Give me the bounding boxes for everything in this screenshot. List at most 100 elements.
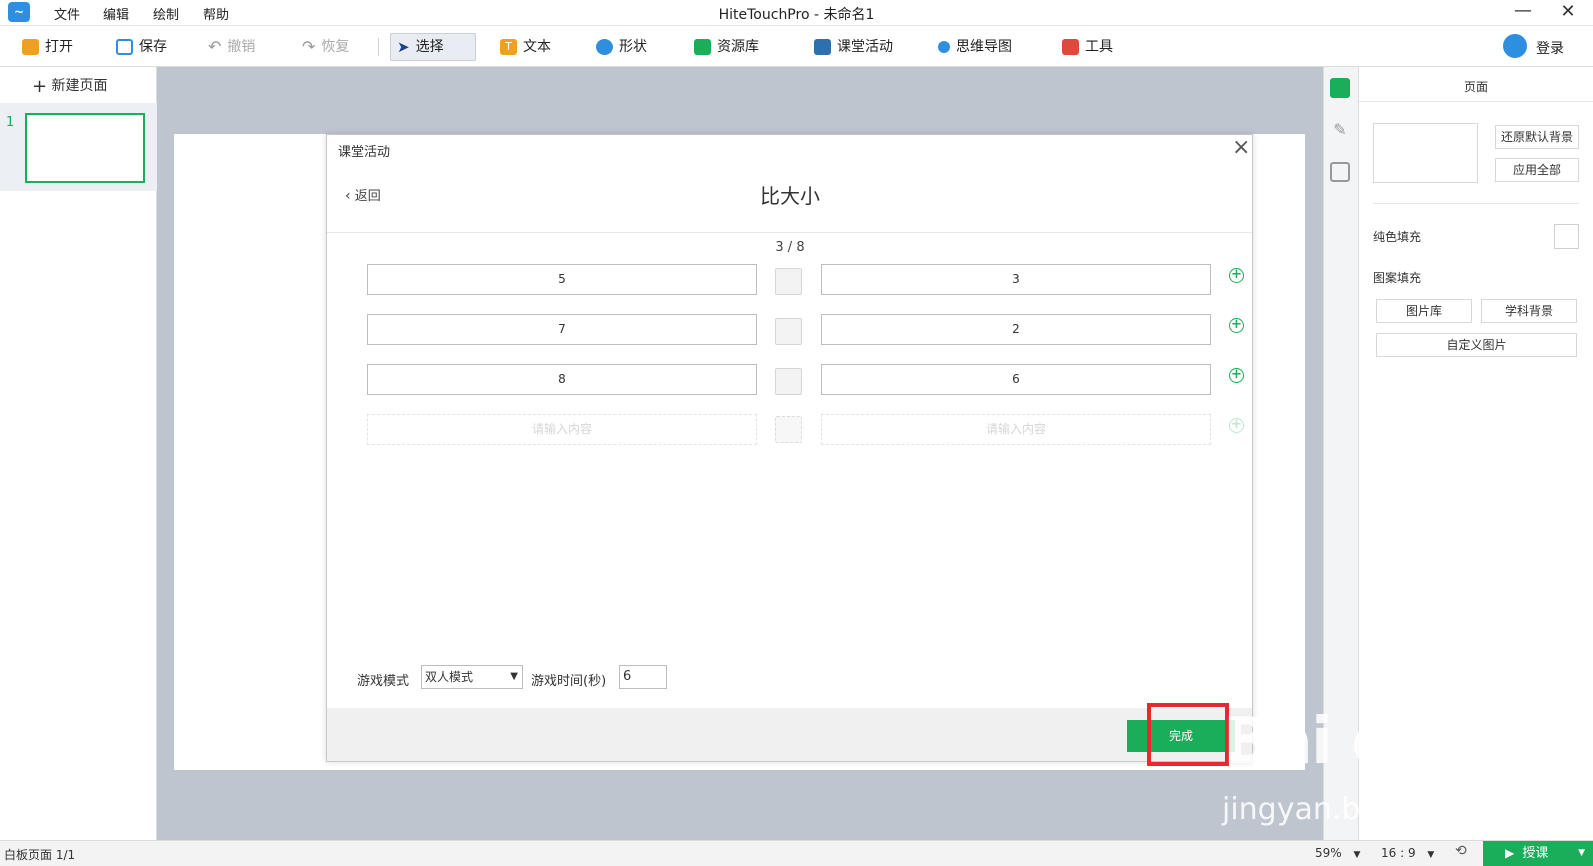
save-button[interactable]: 保存 xyxy=(110,33,173,61)
undo-button[interactable]: ↶ 撤销 xyxy=(202,33,261,61)
undo-label: 撤销 xyxy=(227,39,256,55)
restore-background-button[interactable]: 还原默认背景 xyxy=(1495,125,1579,149)
tools-button[interactable]: 工具 xyxy=(1056,33,1119,61)
mindmap-icon xyxy=(938,41,950,53)
game-time-label: 游戏时间(秒) xyxy=(531,674,607,689)
mindmap-label: 思维导图 xyxy=(956,39,1012,55)
page-number: 1 xyxy=(6,115,15,130)
open-button[interactable]: 打开 xyxy=(16,33,79,61)
back-button[interactable]: ‹ 返回 xyxy=(345,185,381,204)
start-teaching-button[interactable]: ▶ 授课 ▼ xyxy=(1483,841,1593,866)
right-value-input[interactable]: 2 xyxy=(821,314,1211,345)
add-row-icon[interactable]: + xyxy=(1229,318,1244,333)
left-value-input-empty[interactable]: 请输入内容 xyxy=(367,414,757,445)
login-link[interactable]: 登录 xyxy=(1536,38,1564,58)
chevron-down-icon: ▼ xyxy=(1353,850,1361,860)
page-properties-icon[interactable] xyxy=(1330,78,1350,98)
aspect-ratio-select[interactable]: 16 : 9 ▼ xyxy=(1381,846,1434,860)
plus-icon: + xyxy=(32,76,48,97)
new-page-button[interactable]: + 新建页面 xyxy=(32,75,108,97)
resources-button[interactable]: 资源库 xyxy=(688,33,765,61)
chevron-left-icon: ‹ xyxy=(345,188,351,204)
shape-button[interactable]: 形状 xyxy=(590,33,653,61)
select-label: 选择 xyxy=(415,39,444,55)
right-value-input-empty[interactable]: 请输入内容 xyxy=(821,414,1211,445)
custom-image-button[interactable]: 自定义图片 xyxy=(1376,333,1577,357)
save-icon xyxy=(116,39,133,55)
user-avatar-icon[interactable] xyxy=(1503,34,1527,58)
left-value-input[interactable]: 7 xyxy=(367,314,757,345)
right-value-input[interactable]: 6 xyxy=(821,364,1211,395)
book-icon[interactable] xyxy=(1330,162,1350,182)
add-row-icon[interactable]: + xyxy=(1229,418,1244,433)
folder-icon xyxy=(22,39,39,55)
dialog-close-icon[interactable]: × xyxy=(1232,135,1250,160)
color-picker-swatch[interactable] xyxy=(1554,224,1579,249)
mindmap-button[interactable]: 思维导图 xyxy=(932,33,1018,61)
panel-title: 页面 xyxy=(1463,80,1488,94)
open-label: 打开 xyxy=(45,39,73,55)
shape-label: 形状 xyxy=(619,39,647,55)
text-button[interactable]: T 文本 xyxy=(494,33,557,61)
baidu-watermark: Bai du 经验 xyxy=(1223,705,1585,779)
resources-icon xyxy=(694,39,711,55)
redo-label: 恢复 xyxy=(321,39,350,55)
minimize-button[interactable]: — xyxy=(1508,0,1538,24)
panel-divider xyxy=(1373,203,1579,204)
text-label: 文本 xyxy=(523,39,551,55)
text-icon: T xyxy=(500,39,517,55)
class-activity-label: 课堂活动 xyxy=(837,39,893,55)
zoom-value: 59% xyxy=(1315,846,1342,860)
class-activity-button[interactable]: 课堂活动 xyxy=(808,33,899,61)
class-activity-icon xyxy=(814,39,831,55)
right-value-input[interactable]: 3 xyxy=(821,264,1211,295)
dialog-footer xyxy=(327,708,1252,761)
pin-icon[interactable]: ✎ xyxy=(1330,120,1350,140)
window-title: HiteTouchPro - 未命名1 xyxy=(718,7,875,23)
toolbox-icon xyxy=(1062,39,1079,55)
zoom-select[interactable]: 59% ▼ xyxy=(1315,846,1360,860)
activity-title: 比大小 xyxy=(760,184,820,208)
close-window-button[interactable]: ✕ xyxy=(1553,0,1583,24)
chevron-down-icon: ▼ xyxy=(1427,850,1435,860)
page-thumbnail[interactable] xyxy=(25,113,145,183)
compare-slot xyxy=(775,318,802,345)
panel-divider xyxy=(1359,101,1593,102)
resources-label: 资源库 xyxy=(717,39,759,55)
compare-slot xyxy=(775,368,802,395)
add-row-icon[interactable]: + xyxy=(1229,268,1244,283)
dialog-divider xyxy=(327,232,1252,233)
dialog-header: 课堂活动 xyxy=(338,145,391,160)
left-value-input[interactable]: 5 xyxy=(367,264,757,295)
game-mode-label: 游戏模式 xyxy=(357,674,410,689)
item-counter: 3 / 8 xyxy=(775,240,805,255)
redo-button[interactable]: ↷ 恢复 xyxy=(296,33,355,61)
chevron-down-icon[interactable]: ▼ xyxy=(1578,841,1585,866)
apply-all-button[interactable]: 应用全部 xyxy=(1495,158,1579,182)
new-page-label: 新建页面 xyxy=(51,78,108,94)
gallery-button[interactable]: 图片库 xyxy=(1376,299,1472,323)
subject-background-button[interactable]: 学科背景 xyxy=(1481,299,1577,323)
select-button[interactable]: ➤ 选择 xyxy=(390,33,476,61)
play-icon: ▶ xyxy=(1505,846,1515,860)
compare-slot xyxy=(775,268,802,295)
add-row-icon[interactable]: + xyxy=(1229,368,1244,383)
left-value-input[interactable]: 8 xyxy=(367,364,757,395)
sync-icon[interactable]: ⟲ xyxy=(1455,843,1467,859)
game-mode-select[interactable]: 双人模式 ▼ xyxy=(421,665,523,689)
highlight-box xyxy=(1147,703,1229,766)
game-time-input[interactable]: 6 xyxy=(619,665,667,689)
background-preview xyxy=(1373,123,1478,183)
dropdown-arrow-icon: ▼ xyxy=(510,671,518,682)
aspect-ratio-value: 16 : 9 xyxy=(1381,846,1416,860)
back-label: 返回 xyxy=(354,189,381,204)
redo-icon: ↷ xyxy=(302,37,316,56)
tools-label: 工具 xyxy=(1085,39,1113,55)
toolbar-separator xyxy=(378,38,379,56)
page-status: 白板页面 1/1 xyxy=(4,848,76,862)
cursor-icon: ➤ xyxy=(397,38,410,56)
shape-icon xyxy=(596,39,613,55)
compare-slot-empty xyxy=(775,416,802,443)
teach-label: 授课 xyxy=(1522,846,1549,861)
baidu-watermark-url: jingyan.baidu.com xyxy=(1222,792,1499,827)
